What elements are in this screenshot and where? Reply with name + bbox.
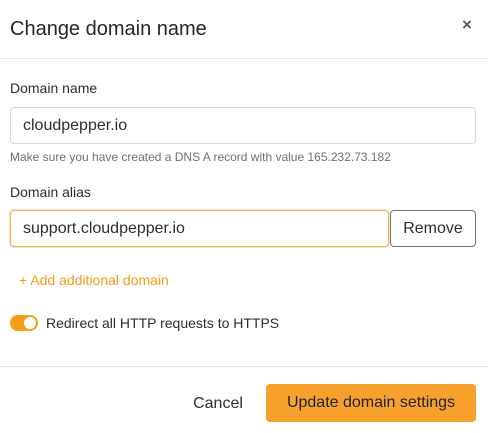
remove-alias-button[interactable]: Remove bbox=[390, 210, 476, 247]
update-domain-settings-button[interactable]: Update domain settings bbox=[266, 384, 476, 422]
close-icon[interactable]: × bbox=[458, 14, 476, 36]
domain-alias-label: Domain alias bbox=[10, 184, 91, 200]
domain-name-label: Domain name bbox=[10, 80, 98, 96]
https-redirect-toggle[interactable] bbox=[10, 315, 38, 331]
footer-divider bbox=[0, 366, 488, 367]
dns-help-text: Make sure you have created a DNS A recor… bbox=[10, 150, 391, 164]
change-domain-dialog: Change domain name × Domain name Make su… bbox=[0, 0, 488, 433]
dialog-title: Change domain name bbox=[10, 18, 207, 40]
domain-alias-input[interactable] bbox=[10, 210, 389, 247]
cancel-button[interactable]: Cancel bbox=[180, 385, 256, 423]
https-redirect-label: Redirect all HTTP requests to HTTPS bbox=[46, 315, 280, 331]
toggle-knob bbox=[24, 317, 36, 329]
dialog-header: Change domain name × bbox=[0, 0, 488, 59]
add-domain-link[interactable]: + Add additional domain bbox=[19, 271, 169, 289]
domain-name-input[interactable] bbox=[10, 107, 476, 144]
